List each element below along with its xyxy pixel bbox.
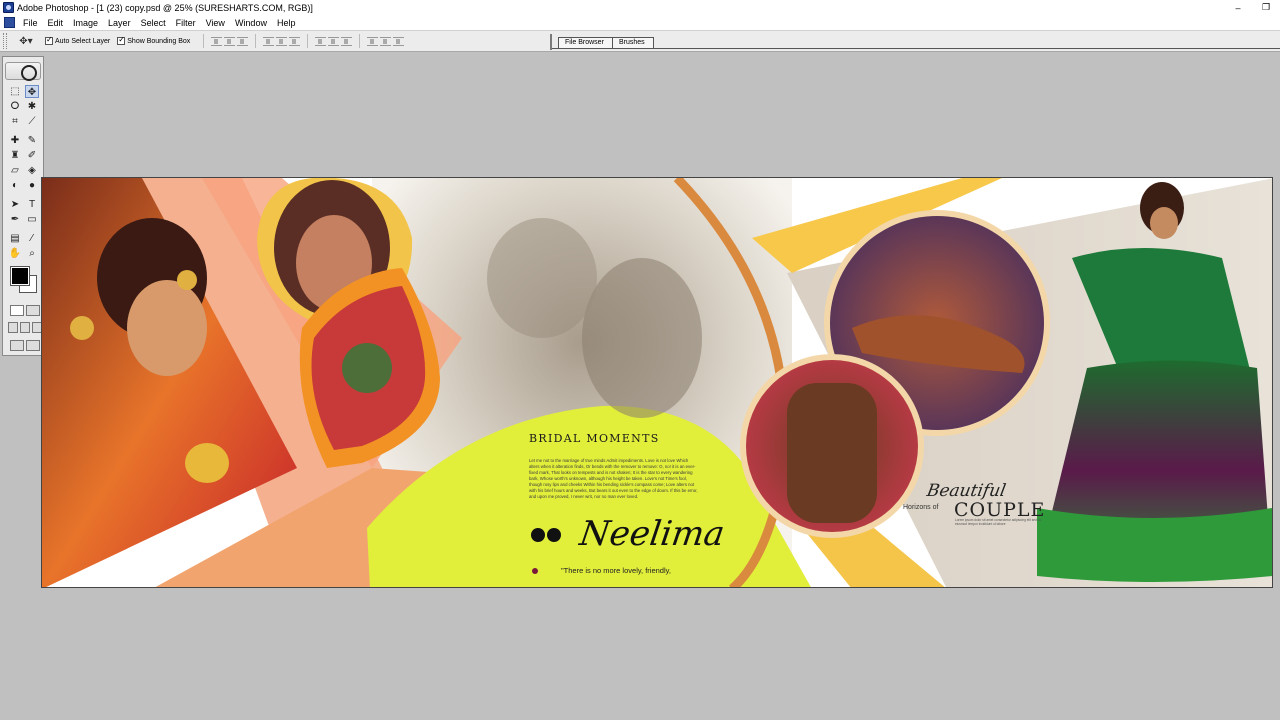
align-vcenter-icon[interactable]: [224, 36, 236, 46]
menu-view[interactable]: View: [201, 18, 230, 28]
lasso-icon[interactable]: ⵔ: [8, 100, 22, 113]
tab-brushes[interactable]: Brushes: [612, 37, 654, 48]
distribute-hcenter-icon[interactable]: [380, 36, 392, 46]
horizons-text: Horizons of: [903, 504, 939, 511]
menu-file[interactable]: File: [18, 18, 43, 28]
marquee-icon[interactable]: ⬚: [8, 85, 22, 98]
magic-wand-icon[interactable]: ✱: [25, 100, 39, 113]
beautiful-script: Beautiful: [925, 481, 1008, 501]
menu-layer[interactable]: Layer: [103, 18, 136, 28]
healing-brush-icon[interactable]: ✚: [8, 134, 22, 147]
align-bottom-icon[interactable]: [237, 36, 249, 46]
align-hcenter-icon[interactable]: [276, 36, 288, 46]
jump-to-imageready-icon[interactable]: [10, 340, 24, 351]
palette-well: File Browser Brushes: [550, 34, 1280, 50]
bride-name-script: Neelima: [577, 514, 728, 554]
distribute-right-icon[interactable]: [393, 36, 405, 46]
toolbox: ⬚ ✥ ⵔ ✱ ⌗ ⟋ ✚ ✎ ♜ ✐ ▱ ◈ ◐ ● ➤ T ✒ ▭ ▤ ⁄ …: [2, 56, 44, 356]
align-left-icon[interactable]: [263, 36, 275, 46]
eraser-icon[interactable]: ▱: [8, 164, 22, 177]
paint-bucket-icon[interactable]: ◈: [25, 164, 39, 177]
restore-button[interactable]: ❐: [1252, 0, 1280, 15]
shape-icon[interactable]: ▭: [25, 213, 39, 226]
checkbox-icon: [45, 35, 53, 45]
menu-edit[interactable]: Edit: [43, 18, 69, 28]
menu-window[interactable]: Window: [230, 18, 272, 28]
quote-bullet-icon: [532, 568, 538, 574]
window-title: Adobe Photoshop - [1 (23) copy.psd @ 25%…: [17, 2, 313, 13]
slice-icon[interactable]: ⟋: [25, 115, 39, 128]
show-bounding-box-label: Show Bounding Box: [127, 37, 191, 45]
standard-mode-icon[interactable]: [10, 305, 24, 316]
distribute-top-icon[interactable]: [315, 36, 327, 46]
distribute-vcenter-icon[interactable]: [328, 36, 340, 46]
align-top-icon[interactable]: [211, 36, 223, 46]
palette-well-divider: [552, 48, 1280, 49]
options-grip[interactable]: [3, 33, 7, 49]
menu-bar: File Edit Image Layer Select Filter View…: [0, 15, 1280, 30]
bridal-body-text: Let me not to the marriage of true minds…: [529, 458, 698, 499]
auto-select-layer-checkbox[interactable]: Auto Select Layer: [45, 35, 111, 45]
title-bar: Adobe Photoshop - [1 (23) copy.psd @ 25%…: [0, 0, 1280, 15]
move-icon[interactable]: ✥: [25, 85, 39, 98]
auto-select-layer-label: Auto Select Layer: [55, 37, 111, 45]
jump-to-app-icon[interactable]: [26, 340, 40, 351]
document-icon[interactable]: [4, 17, 15, 28]
photoshop-eye-logo-icon[interactable]: [5, 62, 41, 81]
align-buttons: [203, 34, 249, 48]
align-right-icon[interactable]: [289, 36, 301, 46]
decorative-dots-icon: [531, 528, 561, 542]
clone-stamp-icon[interactable]: ♜: [8, 149, 22, 162]
distribute-bottom-icon[interactable]: [341, 36, 353, 46]
zoom-icon[interactable]: ⌕: [25, 247, 39, 260]
brush-icon[interactable]: ✎: [25, 134, 39, 147]
menu-help[interactable]: Help: [272, 18, 301, 28]
full-screen-menu-icon[interactable]: [20, 322, 30, 333]
history-brush-icon[interactable]: ✐: [25, 149, 39, 162]
pen-icon[interactable]: ✒: [8, 213, 22, 226]
quick-mask-icon[interactable]: [26, 305, 40, 316]
dodge-icon[interactable]: ●: [25, 179, 39, 192]
minimize-button[interactable]: –: [1224, 0, 1252, 15]
menu-select[interactable]: Select: [136, 18, 171, 28]
bridal-moments-heading: BRIDAL MOMENTS: [529, 432, 660, 445]
foreground-color-swatch[interactable]: [10, 266, 30, 286]
eyedropper-icon[interactable]: ⁄: [25, 232, 39, 245]
blur-icon[interactable]: ◐: [8, 179, 22, 192]
standard-screen-icon[interactable]: [8, 322, 18, 333]
menu-image[interactable]: Image: [68, 18, 103, 28]
distribute-left-icon[interactable]: [367, 36, 379, 46]
document-canvas[interactable]: BRIDAL MOMENTS Let me not to the marriag…: [41, 177, 1273, 588]
path-selection-icon[interactable]: ➤: [8, 198, 22, 211]
type-icon[interactable]: T: [25, 198, 39, 211]
distribute-vertical-buttons: [307, 34, 353, 48]
move-tool-icon[interactable]: ✥▾: [13, 33, 39, 49]
photoshop-app-icon: [3, 2, 14, 13]
menu-filter[interactable]: Filter: [171, 18, 201, 28]
couple-subtext: Lorem ipsum dolor sit amet consectetur a…: [955, 518, 1042, 526]
align-horizontal-buttons: [255, 34, 301, 48]
checkbox-icon: [117, 35, 126, 45]
tab-file-browser[interactable]: File Browser: [558, 37, 613, 48]
hand-icon[interactable]: ✋: [8, 247, 22, 260]
notes-icon[interactable]: ▤: [8, 232, 22, 245]
quote-text: "There is no more lovely, friendly,: [561, 566, 671, 575]
crop-icon[interactable]: ⌗: [8, 115, 22, 128]
show-bounding-box-checkbox[interactable]: Show Bounding Box: [117, 35, 191, 45]
distribute-horizontal-buttons: [359, 34, 405, 48]
